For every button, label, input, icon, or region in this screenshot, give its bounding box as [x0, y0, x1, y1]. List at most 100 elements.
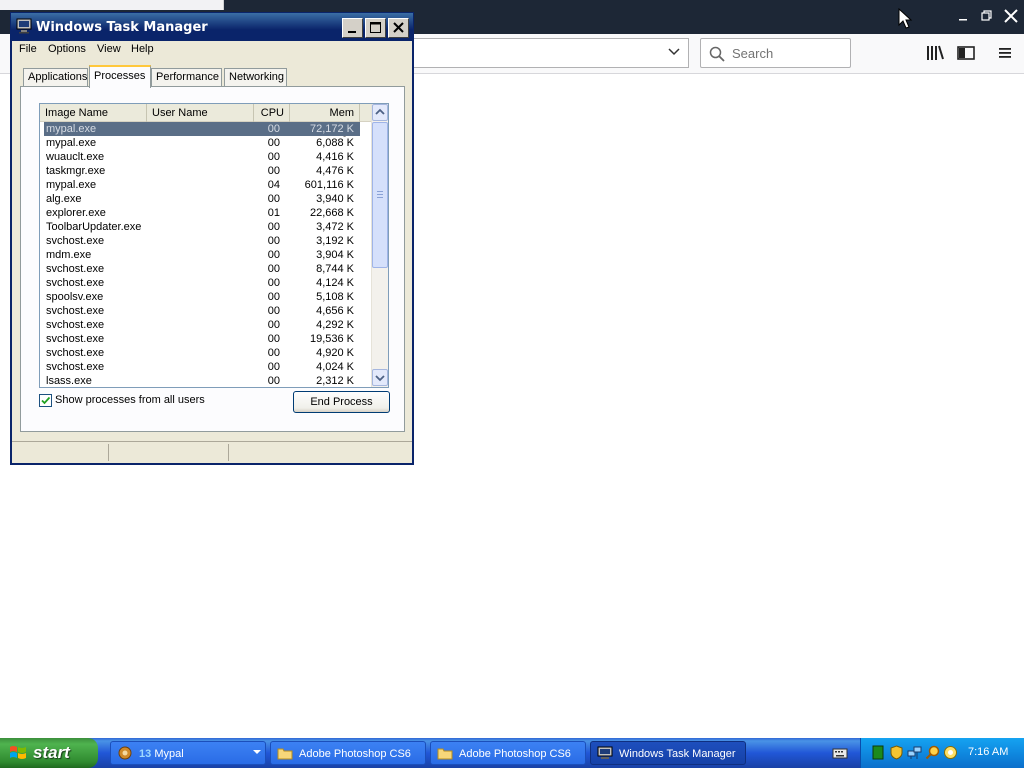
vertical-scrollbar[interactable]	[371, 104, 388, 387]
show-all-users-checkbox[interactable]	[39, 394, 52, 407]
taskbar-button-photoshop-2[interactable]: Adobe Photoshop CS6	[430, 741, 586, 765]
status-bar	[12, 441, 412, 463]
table-row[interactable]: alg.exe 00 3,940 K	[44, 192, 360, 206]
menu-bar: File Options View Help	[12, 41, 412, 59]
process-mem-usage: 72,172 K	[309, 123, 354, 135]
process-mem-usage: 19,536 K	[309, 333, 354, 345]
end-process-button[interactable]: End Process	[293, 391, 390, 413]
browser-minimize-button[interactable]	[952, 5, 974, 27]
task-manager-titlebar[interactable]: Windows Task Manager	[11, 13, 413, 41]
clock[interactable]: 7:16 AM	[968, 746, 1008, 758]
table-row[interactable]: mypal.exe 00 6,088 K	[44, 136, 360, 150]
column-user-name[interactable]: User Name	[147, 104, 254, 122]
table-row[interactable]: svchost.exe 00 4,920 K	[44, 346, 360, 360]
table-row[interactable]: svchost.exe 00 19,536 K	[44, 332, 360, 346]
table-row[interactable]: svchost.exe 00 4,656 K	[44, 304, 360, 318]
update-icon[interactable]	[943, 745, 958, 760]
process-name: alg.exe	[46, 193, 82, 205]
table-row[interactable]: mdm.exe 00 3,904 K	[44, 248, 360, 262]
magnifier-icon[interactable]	[925, 745, 940, 760]
arrow-up-icon	[375, 108, 385, 115]
tab-performance[interactable]: Performance	[151, 68, 222, 87]
table-row[interactable]: lsass.exe 00 2,312 K	[44, 374, 360, 387]
search-placeholder: Search	[732, 46, 774, 61]
processes-panel: Image Name User Name CPU Mem Usage mypal…	[20, 86, 405, 432]
table-row[interactable]: svchost.exe 00 4,292 K	[44, 318, 360, 332]
process-name: ToolbarUpdater.exe	[46, 221, 142, 233]
keyboard-icon[interactable]	[832, 746, 848, 760]
process-name: svchost.exe	[46, 361, 105, 373]
taskbar-button-photoshop-1[interactable]: Adobe Photoshop CS6	[270, 741, 426, 765]
process-mem-usage: 2,312 K	[316, 375, 354, 387]
browser-close-button[interactable]	[1000, 5, 1022, 27]
process-name: mypal.exe	[46, 123, 97, 135]
search-box[interactable]: Search	[700, 38, 851, 68]
menu-view[interactable]: View	[97, 43, 121, 55]
scroll-thumb[interactable]	[372, 122, 388, 268]
mypal-icon	[118, 746, 132, 760]
taskmgr-icon	[597, 746, 613, 759]
table-row[interactable]: svchost.exe 00 4,024 K	[44, 360, 360, 374]
process-list[interactable]: Image Name User Name CPU Mem Usage mypal…	[39, 103, 389, 388]
process-cpu: 00	[267, 165, 280, 177]
start-button[interactable]: start	[0, 738, 98, 768]
table-row[interactable]: explorer.exe 01 22,668 K	[44, 206, 360, 220]
tab-processes[interactable]: Processes	[89, 65, 151, 88]
process-cpu: 00	[267, 123, 280, 135]
table-row[interactable]: wuauclt.exe 00 4,416 K	[44, 150, 360, 164]
taskbar-button-task-manager[interactable]: Windows Task Manager	[590, 741, 746, 765]
table-row[interactable]: mypal.exe 00 72,172 K	[44, 122, 360, 136]
network-icon[interactable]	[907, 745, 922, 760]
process-mem-usage: 5,108 K	[316, 291, 354, 303]
process-cpu: 00	[267, 361, 280, 373]
close-icon	[1004, 9, 1018, 23]
process-mem-usage: 601,116 K	[304, 179, 354, 191]
process-name: mdm.exe	[46, 249, 92, 261]
hamburger-menu-icon[interactable]	[994, 43, 1016, 63]
column-mem-usage[interactable]: Mem Usage	[290, 104, 360, 137]
tab-applications[interactable]: Applications	[23, 68, 88, 87]
browser-restore-button[interactable]	[976, 5, 998, 27]
process-mem-usage: 3,940 K	[316, 193, 354, 205]
menu-help[interactable]: Help	[131, 43, 154, 55]
green-square-icon[interactable]	[871, 745, 886, 760]
process-mem-usage: 4,920 K	[316, 347, 354, 359]
sidebar-icon[interactable]	[955, 43, 977, 63]
process-cpu: 00	[267, 347, 280, 359]
table-row[interactable]: spoolsv.exe 00 5,108 K	[44, 290, 360, 304]
close-button[interactable]	[388, 18, 409, 38]
process-cpu: 00	[267, 305, 280, 317]
maximize-button[interactable]	[365, 18, 386, 38]
status-processes-segment	[14, 444, 109, 461]
table-row[interactable]: ToolbarUpdater.exe 00 3,472 K	[44, 220, 360, 234]
scroll-up-button[interactable]	[372, 104, 388, 121]
scroll-down-button[interactable]	[372, 369, 388, 386]
menu-file[interactable]: File	[19, 43, 37, 55]
process-name: taskmgr.exe	[46, 165, 106, 177]
process-mem-usage: 8,744 K	[316, 263, 354, 275]
library-icon[interactable]	[924, 43, 946, 63]
column-cpu[interactable]: CPU	[254, 104, 290, 122]
table-row[interactable]: svchost.exe 00 3,192 K	[44, 234, 360, 248]
tab-networking[interactable]: Networking	[224, 68, 287, 87]
process-name: svchost.exe	[46, 263, 105, 275]
chevron-down-icon[interactable]	[666, 44, 682, 60]
shield-icon[interactable]	[889, 745, 904, 760]
taskmgr-icon	[16, 18, 32, 34]
taskbar-button-mypal[interactable]: 13 Mypal	[110, 741, 266, 765]
menu-options[interactable]: Options	[48, 43, 86, 55]
url-bar[interactable]	[410, 38, 689, 68]
column-image-name[interactable]: Image Name	[40, 104, 147, 122]
minimize-icon	[959, 19, 967, 21]
minimize-button[interactable]	[342, 18, 363, 38]
table-row[interactable]: taskmgr.exe 00 4,476 K	[44, 164, 360, 178]
process-cpu: 00	[267, 235, 280, 247]
task-manager-window: Windows Task Manager File Options View H…	[10, 12, 414, 465]
process-name: svchost.exe	[46, 319, 105, 331]
browser-tab[interactable]	[0, 0, 224, 10]
table-row[interactable]: svchost.exe 00 8,744 K	[44, 262, 360, 276]
process-cpu: 00	[267, 221, 280, 233]
taskbar-label-mypal: Mypal	[154, 748, 184, 760]
table-row[interactable]: mypal.exe 04 601,116 K	[44, 178, 360, 192]
table-row[interactable]: svchost.exe 00 4,124 K	[44, 276, 360, 290]
